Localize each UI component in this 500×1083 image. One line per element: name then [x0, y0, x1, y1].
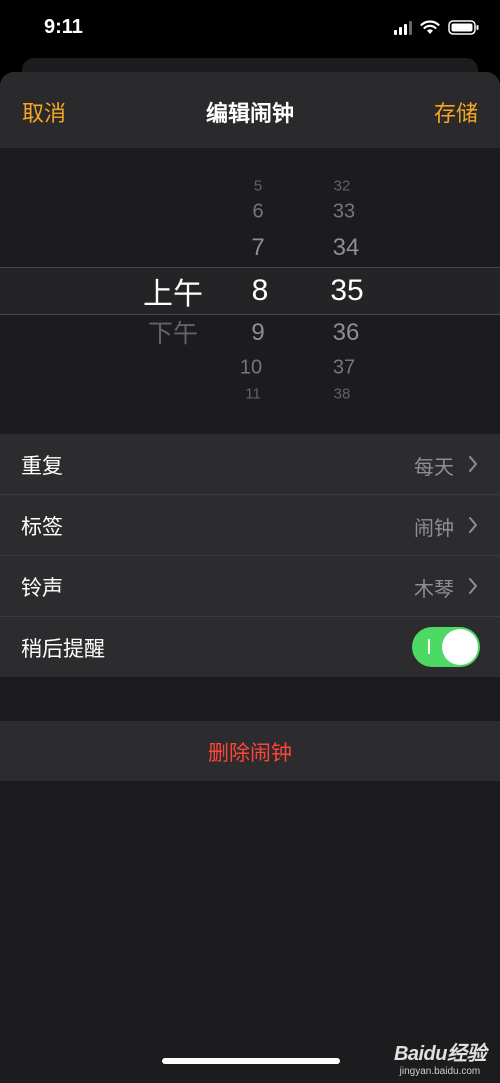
label-row[interactable]: 标签 闹钟	[0, 495, 500, 556]
repeat-value: 每天	[414, 455, 454, 479]
hour-picker-option[interactable]: 6	[252, 201, 263, 224]
repeat-label: 重复	[21, 454, 63, 478]
picker-selection-band	[0, 267, 500, 315]
minute-picker-option[interactable]: 32	[334, 178, 351, 195]
minute-picker-option[interactable]: 33	[333, 201, 355, 224]
cellular-signal-icon	[394, 20, 412, 35]
hour-picker-selected[interactable]: 8	[252, 274, 269, 308]
status-bar: 9:11	[0, 0, 500, 60]
wifi-icon	[420, 20, 440, 34]
toggle-on-mark	[428, 639, 430, 654]
period-picker-option[interactable]: 下午	[148, 314, 198, 350]
label-label: 标签	[21, 515, 63, 539]
status-time: 9:11	[44, 16, 83, 38]
minute-picker-option[interactable]: 37	[333, 357, 355, 380]
minute-picker-option[interactable]: 36	[333, 319, 360, 347]
minute-picker-option[interactable]: 34	[333, 234, 360, 262]
baidu-watermark: Baidu经验 jingyan.baidu.com	[393, 1037, 487, 1077]
save-button[interactable]: 存储	[434, 96, 478, 128]
minute-picker-option[interactable]: 38	[334, 386, 351, 403]
time-picker[interactable]: 上午 下午 5 6 7 8 9 10 11 32 33 34 35 36 37 …	[0, 148, 500, 434]
chevron-right-icon	[469, 578, 477, 594]
page-title: 编辑闹钟	[205, 102, 294, 127]
repeat-row[interactable]: 重复 每天	[0, 434, 500, 495]
navigation-bar: 取消 编辑闹钟 存储	[0, 72, 500, 148]
hour-picker-option[interactable]: 10	[240, 357, 262, 380]
snooze-toggle[interactable]	[412, 627, 480, 667]
watermark-url: jingyan.baidu.com	[399, 1066, 481, 1077]
snooze-row: 稍后提醒	[0, 617, 500, 677]
chevron-right-icon	[469, 517, 477, 533]
sound-row[interactable]: 铃声 木琴	[0, 556, 500, 617]
label-value: 闹钟	[414, 516, 454, 540]
alarm-settings-list: 重复 每天 标签 闹钟 铃声 木琴 稍后提醒	[0, 434, 500, 677]
sound-value: 木琴	[414, 577, 454, 601]
watermark-logo: Baidu经验	[393, 1043, 487, 1065]
hour-picker-option[interactable]: 5	[254, 178, 262, 195]
alarm-edit-screen: 9:11 取消 编辑闹钟 存储 上午 下午 5 6 7 8 9 10 11 32…	[0, 0, 500, 1083]
hour-picker-option[interactable]: 7	[251, 234, 264, 262]
sound-label: 铃声	[21, 576, 63, 600]
home-indicator[interactable]	[162, 1058, 340, 1064]
edit-alarm-sheet: 取消 编辑闹钟 存储 上午 下午 5 6 7 8 9 10 11 32 33 3…	[0, 72, 500, 1083]
chevron-right-icon	[469, 456, 477, 472]
hour-picker-option[interactable]: 9	[251, 319, 264, 347]
delete-alarm-label: 删除闹钟	[208, 741, 292, 765]
toggle-knob	[442, 629, 478, 665]
minute-picker-selected[interactable]: 35	[330, 274, 363, 308]
battery-icon	[448, 20, 479, 35]
status-icons	[394, 20, 480, 35]
snooze-label: 稍后提醒	[21, 637, 105, 661]
period-picker-selected[interactable]: 上午	[143, 269, 203, 313]
delete-alarm-button[interactable]: 删除闹钟	[0, 721, 500, 781]
hour-picker-option[interactable]: 11	[245, 386, 261, 403]
